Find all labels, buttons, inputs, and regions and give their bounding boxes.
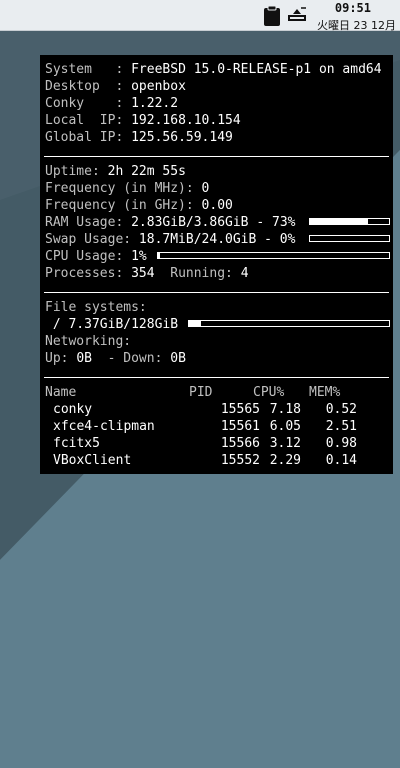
process-cpu: 6.05 [269, 419, 301, 434]
uptime-row: Uptime: 2h 22m 55s [45, 163, 186, 180]
freq-ghz-row: Frequency (in GHz): 0.00 [45, 197, 233, 214]
freq-mhz-row: Frequency (in MHz): 0 [45, 180, 209, 197]
separator [44, 292, 389, 293]
cpu-row: CPU Usage: 1% [45, 248, 147, 265]
freq-ghz-label: Frequency (in GHz): [45, 198, 194, 213]
swap-row: Swap Usage: 18.7MiB/24.0GiB - 0% [45, 231, 295, 248]
clock-time[interactable]: 09:51 [335, 1, 371, 15]
freq-mhz-label: Frequency (in MHz): [45, 181, 194, 196]
process-cpu: 2.29 [269, 453, 301, 468]
up-label: Up: [45, 351, 69, 366]
clipboard-icon[interactable] [262, 5, 282, 27]
up-value: 0B [76, 351, 92, 366]
running-label: Running: [170, 266, 233, 281]
process-header-cpu: CPU% [253, 385, 285, 400]
conky-label: Conky [45, 96, 85, 111]
top-panel: 09:51 火曜日 23 12月 [0, 0, 400, 33]
process-header-mem: MEM% [309, 385, 341, 400]
fs-heading: File systems: [45, 300, 147, 315]
process-mem: 0.98 [325, 436, 357, 451]
ram-label: RAM Usage: [45, 215, 124, 230]
local-ip-row: Local IP: 192.168.10.154 [45, 112, 241, 129]
net-heading: Networking: [45, 334, 132, 349]
process-pid: 15552 [220, 453, 260, 468]
freq-ghz-value: 0.00 [201, 198, 233, 213]
system-row: System : FreeBSD 15.0-RELEASE-p1 on amd6… [45, 62, 382, 77]
freq-mhz-value: 0 [201, 181, 210, 196]
processes-value: 354 [131, 266, 155, 281]
root-fs-row: / 7.37GiB/128GiB [45, 316, 178, 333]
swap-usage-bar [309, 235, 390, 242]
cpu-usage-bar [157, 252, 390, 259]
local-ip-label: Local IP: [45, 113, 124, 128]
root-fs-prefix: / [52, 317, 61, 332]
swap-label: Swap Usage: [45, 232, 132, 247]
root-fs-bar [188, 320, 390, 327]
cpu-label: CPU Usage: [45, 249, 124, 264]
process-pid: 15561 [220, 419, 260, 434]
uptime-label: Uptime: [45, 164, 100, 179]
process-mem: 0.52 [325, 402, 357, 417]
conky-version-row: Conky : 1.22.2 [45, 96, 179, 111]
desktop-value: openbox [131, 79, 186, 94]
global-ip-value: 125.56.59.149 [131, 130, 233, 145]
ram-row: RAM Usage: 2.83GiB/3.86GiB - 73% [45, 214, 295, 231]
cpu-usage-bar-fill [158, 253, 161, 258]
local-ip-value: 192.168.10.154 [131, 113, 241, 128]
process-cpu: 3.12 [269, 436, 301, 451]
down-label: - Down: [107, 351, 163, 366]
net-row: Up: 0B - Down: 0B [45, 350, 186, 367]
process-pid: 15565 [220, 402, 260, 417]
cpu-value: 1% [131, 249, 147, 264]
process-mem: 0.14 [325, 453, 357, 468]
root-fs-bar-fill [189, 321, 201, 326]
root-fs-value: 7.37GiB/128GiB [68, 317, 179, 332]
desktop-label: Desktop [45, 79, 100, 94]
process-mem: 2.51 [325, 419, 357, 434]
process-name: fcitx5 [53, 436, 100, 451]
global-ip-label: Global IP: [45, 130, 124, 145]
desktop-row: Desktop : openbox [45, 79, 186, 94]
clock-date[interactable]: 火曜日 23 12月 [317, 17, 396, 33]
process-header-name: Name [45, 385, 77, 400]
separator [44, 377, 389, 378]
down-value: 0B [170, 351, 186, 366]
process-name: xfce4-clipman [53, 419, 155, 434]
processes-row: Processes: 354 Running: 4 [45, 265, 249, 282]
global-ip-row: Global IP: 125.56.59.149 [45, 129, 233, 146]
ram-usage-bar [309, 218, 390, 225]
system-value: FreeBSD 15.0-RELEASE-p1 on amd64 [131, 62, 382, 77]
system-label: System [45, 62, 92, 77]
process-pid: 15566 [220, 436, 260, 451]
ram-value: 2.83GiB/3.86GiB - 73% [131, 215, 296, 230]
conky-window: System : FreeBSD 15.0-RELEASE-p1 on amd6… [40, 55, 393, 474]
separator [44, 156, 389, 157]
process-name: conky [53, 402, 93, 417]
running-value: 4 [240, 266, 249, 281]
ram-usage-bar-fill [310, 219, 368, 224]
uptime-value: 2h 22m 55s [107, 164, 186, 179]
process-name: VBoxClient [53, 453, 132, 468]
process-cpu: 7.18 [269, 402, 301, 417]
process-header-pid: PID [189, 385, 213, 400]
conky-value: 1.22.2 [131, 96, 179, 111]
removable-drive-icon[interactable] [287, 6, 307, 22]
processes-label: Processes: [45, 266, 124, 281]
swap-value: 18.7MiB/24.0GiB - 0% [138, 232, 296, 247]
